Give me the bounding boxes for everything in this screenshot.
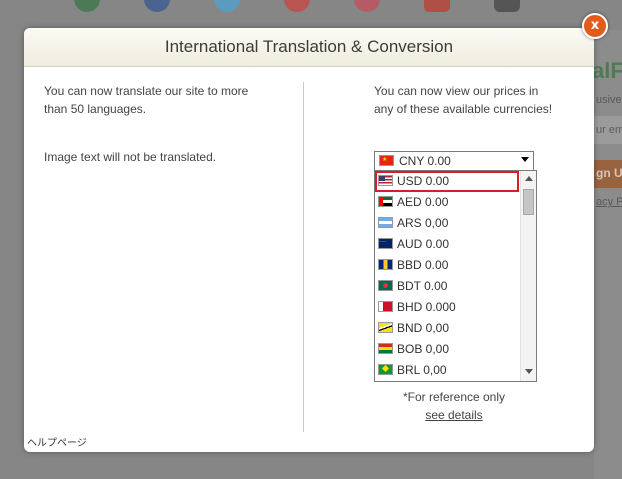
email-icon[interactable]: [494, 0, 520, 12]
background-exclusive-text: usive: [596, 94, 622, 106]
scroll-down-arrow-icon[interactable]: [525, 369, 533, 374]
australia-flag-icon: [378, 238, 393, 249]
scroll-thumb[interactable]: [523, 189, 534, 215]
chevron-down-icon[interactable]: [521, 157, 529, 162]
pinterest-icon[interactable]: [354, 0, 380, 12]
scroll-up-arrow-icon[interactable]: [525, 176, 533, 181]
brazil-flag-icon: [378, 364, 393, 375]
currency-option-label: BDT 0.00: [397, 279, 448, 293]
social-icons-row: [60, 0, 530, 14]
modal-title: International Translation & Conversion: [24, 28, 594, 67]
currency-option-label: BRL 0,00: [397, 363, 447, 377]
background-brand-text: alF: [592, 58, 622, 83]
china-flag-icon: ★: [379, 155, 394, 166]
translation-modal: International Translation & Conversion Y…: [24, 28, 594, 452]
help-page-link[interactable]: ヘルプページ: [27, 434, 87, 449]
background-privacy-link[interactable]: acy P: [596, 196, 622, 208]
currency-option-label: BND 0,00: [397, 321, 450, 335]
currency-option-label: ARS 0,00: [397, 216, 449, 230]
currency-option-label: AED 0.00: [397, 195, 449, 209]
currency-option-label: AUD 0.00: [397, 237, 450, 251]
currency-option-bnd[interactable]: BND 0,00: [375, 318, 519, 339]
currency-option-label: USD 0.00: [397, 174, 450, 188]
barbados-flag-icon: [378, 259, 393, 270]
reference-note: *For reference only: [402, 390, 506, 404]
uae-flag-icon: [378, 196, 393, 207]
currency-list-scrollbar[interactable]: [520, 171, 536, 381]
see-details-link[interactable]: see details: [374, 408, 534, 422]
bangladesh-flag-icon: [378, 280, 393, 291]
currency-option-label: BBD 0.00: [397, 258, 449, 272]
twitter-icon[interactable]: [214, 0, 240, 12]
currency-option-label: BHD 0.000: [397, 300, 456, 314]
column-divider: [303, 82, 304, 432]
currency-option-aud[interactable]: AUD 0.00: [375, 234, 519, 255]
currency-select[interactable]: ★ CNY 0.00: [374, 151, 534, 171]
currency-option-bhd[interactable]: BHD 0.000: [375, 297, 519, 318]
youtube-icon[interactable]: [424, 0, 450, 12]
currency-option-bdt[interactable]: BDT 0.00: [375, 276, 519, 297]
background-signup-label: gn Up: [596, 166, 622, 180]
currency-option-usd[interactable]: USD 0.00: [375, 171, 519, 192]
currency-option-label: BOB 0,00: [397, 342, 450, 356]
image-text-notice: Image text will not be translated.: [44, 150, 217, 164]
close-button[interactable]: x: [582, 13, 608, 39]
currency-dropdown-list: USD 0.00 AED 0.00 ARS 0,00 AUD 0.00 BBD …: [374, 170, 537, 382]
currency-info-text: You can now view our prices in any of th…: [374, 84, 553, 116]
currency-select-value: CNY 0.00: [399, 154, 451, 168]
facebook-icon[interactable]: [144, 0, 170, 12]
currency-option-brl[interactable]: BRL 0,00: [375, 360, 519, 381]
currency-option-bbd[interactable]: BBD 0.00: [375, 255, 519, 276]
background-email-placeholder: ur em: [596, 124, 622, 136]
translate-info-text: You can now translate our site to more t…: [44, 84, 249, 116]
brunei-flag-icon: [378, 322, 393, 333]
usa-flag-icon: [378, 175, 393, 186]
bolivia-flag-icon: [378, 343, 393, 354]
googleplus-icon[interactable]: [284, 0, 310, 12]
currency-option-aed[interactable]: AED 0.00: [375, 192, 519, 213]
instagram-icon[interactable]: [74, 0, 100, 12]
currency-option-bob[interactable]: BOB 0,00: [375, 339, 519, 360]
bahrain-flag-icon: [378, 301, 393, 312]
argentina-flag-icon: [378, 217, 393, 228]
currency-option-ars[interactable]: ARS 0,00: [375, 213, 519, 234]
